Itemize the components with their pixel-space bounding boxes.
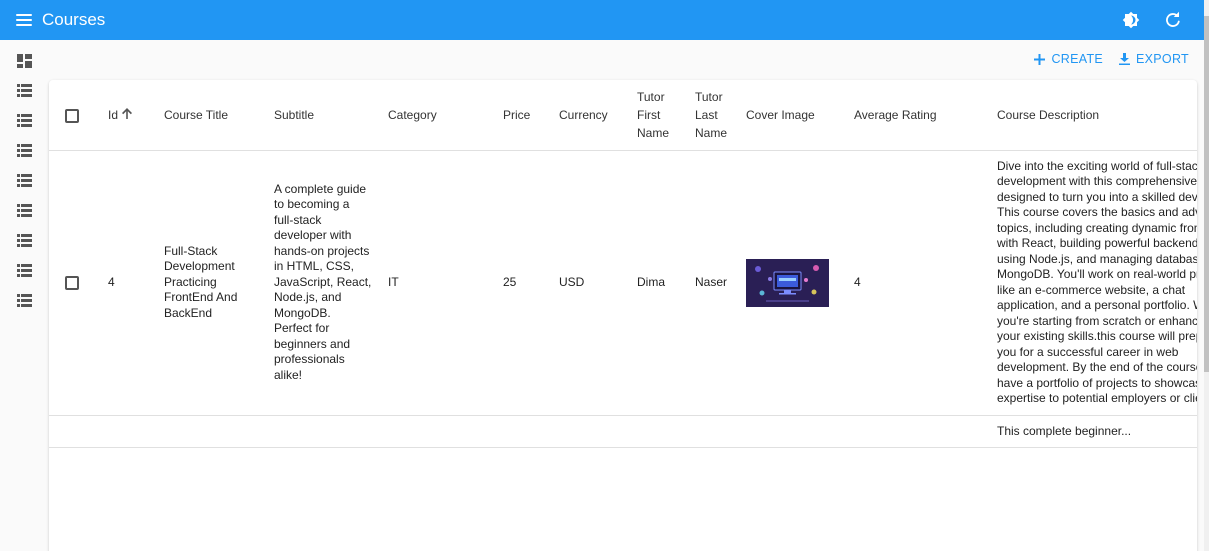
theme-toggle-icon[interactable] [1120, 9, 1142, 31]
list-icon[interactable] [17, 294, 32, 308]
cell-course-description: This complete beginner... [989, 415, 1197, 448]
column-header-price[interactable]: Price [495, 80, 551, 151]
cell-currency: USD [551, 150, 629, 416]
cell-id: 4 [100, 150, 156, 416]
sidebar [0, 40, 48, 551]
dashboard-icon[interactable] [17, 54, 32, 68]
column-header-tutor-last-name[interactable]: Tutor Last Name [687, 80, 738, 151]
create-button[interactable]: CREATE [1034, 52, 1103, 66]
column-header-subtitle[interactable]: Subtitle [266, 80, 380, 151]
table-row[interactable]: 4 Full-Stack Development Practicing Fron… [49, 150, 1197, 416]
export-button-label: EXPORT [1136, 52, 1189, 66]
table-row[interactable]: This complete beginner... [49, 415, 1197, 448]
page-scrollbar[interactable] [1204, 0, 1209, 551]
cell-course-description: Dive into the exciting world of full-sta… [989, 150, 1197, 416]
cell-average-rating: 4 [846, 150, 989, 416]
cell-tutor-last-name: Naser [687, 150, 738, 416]
datagrid-card: Id Course Title Subtitle Category Price … [49, 80, 1197, 551]
column-header-cover-image[interactable]: Cover Image [738, 80, 846, 151]
cell-cover-image [738, 150, 846, 416]
export-button[interactable]: EXPORT [1119, 52, 1189, 66]
list-icon[interactable] [17, 204, 32, 218]
column-header-average-rating[interactable]: Average Rating [846, 80, 989, 151]
sort-ascending-icon [122, 106, 133, 124]
cell-subtitle: A complete guide to becoming a full-stac… [266, 150, 380, 416]
list-icon[interactable] [17, 144, 32, 158]
row-checkbox[interactable] [65, 275, 79, 290]
cell-category: IT [380, 150, 495, 416]
cell-price: 25 [495, 150, 551, 416]
create-button-label: CREATE [1051, 52, 1104, 66]
app-bar: Courses [0, 0, 1204, 40]
column-header-course-title[interactable]: Course Title [156, 80, 266, 151]
list-icon[interactable] [17, 174, 32, 188]
column-header-tutor-first-name[interactable]: Tutor First Name [629, 80, 687, 151]
list-toolbar: CREATE EXPORT [1034, 52, 1189, 66]
refresh-icon[interactable] [1162, 9, 1184, 31]
list-icon[interactable] [17, 234, 32, 248]
list-icon[interactable] [17, 114, 32, 128]
column-header-category[interactable]: Category [380, 80, 495, 151]
menu-icon[interactable] [16, 14, 32, 26]
column-header-course-description[interactable]: Course Description [989, 80, 1197, 151]
column-header-currency[interactable]: Currency [551, 80, 629, 151]
download-icon [1119, 53, 1131, 65]
table-header-row: Id Course Title Subtitle Category Price … [49, 80, 1197, 151]
course-cover-image [746, 258, 829, 307]
select-all-checkbox[interactable] [65, 108, 79, 123]
column-header-id[interactable]: Id [100, 80, 156, 151]
plus-icon [1034, 53, 1046, 65]
courses-table: Id Course Title Subtitle Category Price … [49, 80, 1197, 448]
cell-course-title: Full-Stack Development Practicing FrontE… [156, 150, 266, 416]
list-icon[interactable] [17, 264, 32, 278]
scrollbar-thumb[interactable] [1204, 16, 1209, 372]
page-title: Courses [42, 10, 106, 29]
cell-tutor-first-name: Dima [629, 150, 687, 416]
list-icon[interactable] [17, 84, 32, 98]
